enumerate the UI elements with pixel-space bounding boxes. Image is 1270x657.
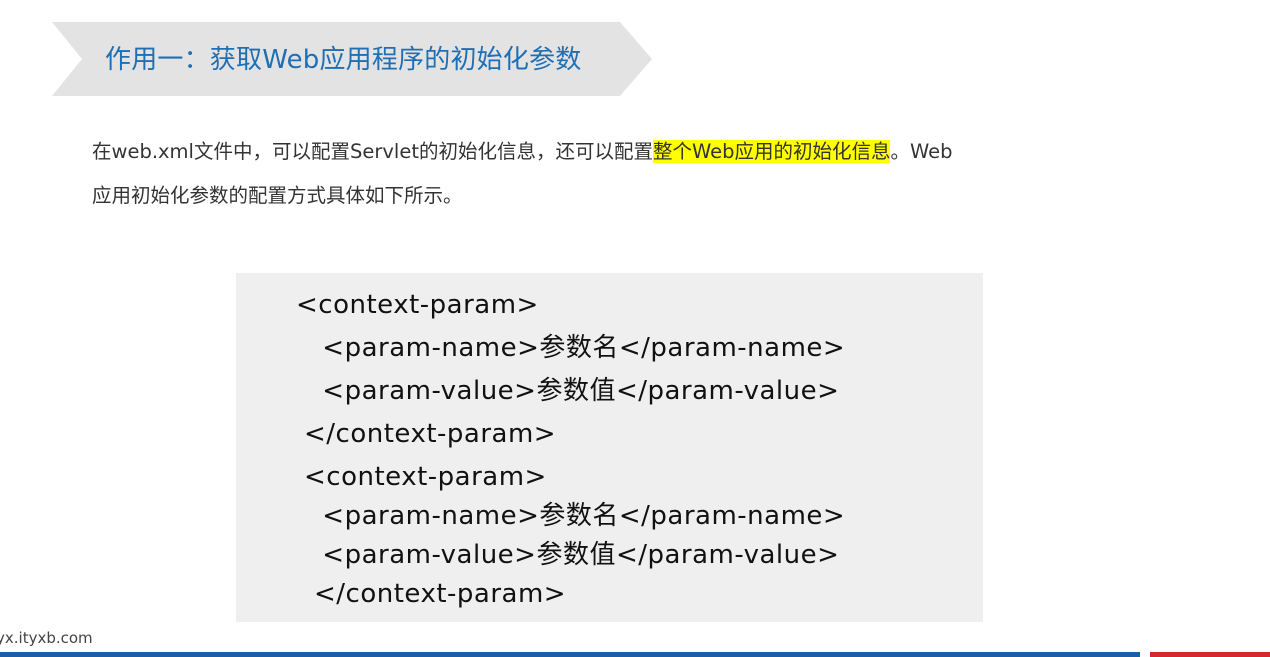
footer-url: yx.ityxb.com (0, 629, 93, 647)
footer-bar-blue (0, 652, 1140, 657)
intro-text-part2: 。Web (890, 140, 953, 163)
code-line-5: <context-param> (304, 462, 547, 492)
code-line-4: </context-param> (304, 419, 557, 449)
code-line-1: <context-param> (296, 290, 539, 320)
page-title: 作用一：获取Web应用程序的初始化参数 (105, 45, 582, 75)
code-block: <context-param> <param-name>参数名</param-n… (236, 273, 983, 622)
code-line-8: </context-param> (314, 579, 567, 609)
code-line-6: <param-name>参数名</param-name> (296, 501, 846, 531)
footer-bar-red (1150, 652, 1270, 657)
intro-highlight: 整个Web应用的初始化信息 (652, 140, 891, 163)
intro-paragraph: 在web.xml文件中，可以配置Servlet的初始化信息，还可以配置整个Web… (92, 130, 1232, 218)
code-line-7: <param-value>参数值</param-value> (296, 540, 840, 570)
code-line-3: <param-value>参数值</param-value> (296, 376, 840, 406)
intro-line-2: 应用初始化参数的配置方式具体如下所示。 (92, 184, 463, 207)
intro-text-part1: 在web.xml文件中，可以配置Servlet的初始化信息，还可以配置 (92, 140, 653, 163)
code-line-2: <param-name>参数名</param-name> (296, 333, 846, 363)
intro-line-1: 在web.xml文件中，可以配置Servlet的初始化信息，还可以配置整个Web… (92, 130, 1232, 174)
